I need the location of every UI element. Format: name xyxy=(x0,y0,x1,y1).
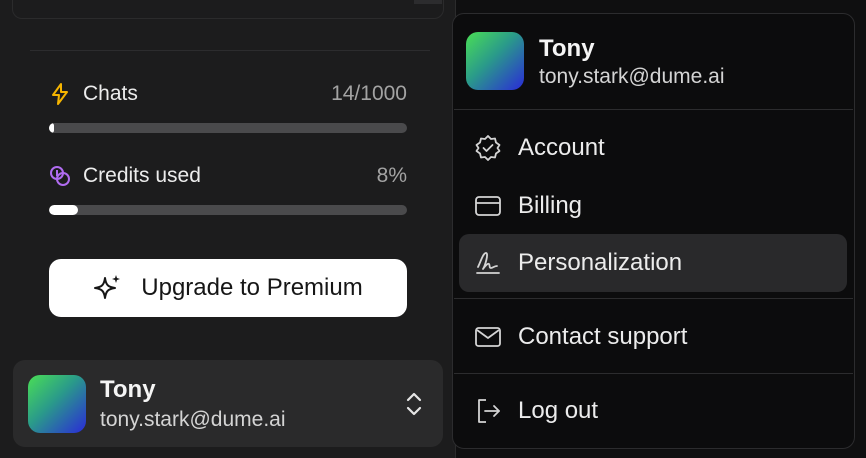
menu-user-name: Tony xyxy=(539,35,595,62)
chats-progress-bar xyxy=(49,123,407,133)
badge-check-icon xyxy=(473,133,503,163)
chats-usage-row: Chats 14/1000 xyxy=(49,82,407,106)
log-out-icon xyxy=(473,396,503,426)
menu-user-email: tony.stark@dume.ai xyxy=(539,65,725,88)
credits-progress-fill xyxy=(49,205,78,215)
user-name: Tony xyxy=(100,376,156,403)
credits-label: Credits used xyxy=(83,164,201,187)
previous-section-edge xyxy=(12,0,444,19)
menu-item-label: Log out xyxy=(518,397,599,424)
chats-label: Chats xyxy=(83,82,138,105)
signature-icon xyxy=(473,248,503,278)
credits-progress-bar xyxy=(49,205,407,215)
chats-progress-fill xyxy=(49,123,54,133)
sidebar-panel: Chats 14/1000 Credits used 8% Upgrade to… xyxy=(0,0,456,458)
menu-item-label: Billing xyxy=(518,192,583,219)
menu-divider xyxy=(454,298,853,299)
account-menu: Tony tony.stark@dume.ai Account Billing … xyxy=(452,13,855,449)
credits-usage-row: Credits used 8% xyxy=(49,164,407,188)
lightning-icon xyxy=(49,83,71,105)
menu-item-personalization[interactable]: Personalization xyxy=(459,234,847,292)
mail-icon xyxy=(473,322,503,352)
chevron-up-down-icon xyxy=(402,390,426,418)
divider xyxy=(30,50,430,51)
menu-item-label: Contact support xyxy=(518,323,688,350)
menu-item-account[interactable]: Account xyxy=(459,119,847,177)
menu-item-log-out[interactable]: Log out xyxy=(459,382,847,440)
menu-divider xyxy=(454,373,853,374)
scrollbar[interactable] xyxy=(414,0,442,4)
upgrade-button[interactable]: Upgrade to Premium xyxy=(49,259,407,317)
upgrade-label: Upgrade to Premium xyxy=(141,274,363,301)
credits-percent: 8% xyxy=(376,164,407,187)
menu-item-label: Account xyxy=(518,134,605,161)
chats-count: 14/1000 xyxy=(331,82,407,105)
menu-divider xyxy=(454,109,853,110)
user-email: tony.stark@dume.ai xyxy=(100,408,286,431)
account-switcher[interactable]: Tony tony.stark@dume.ai xyxy=(13,360,443,447)
menu-item-billing[interactable]: Billing xyxy=(459,177,847,235)
coins-icon xyxy=(49,165,71,187)
menu-item-contact-support[interactable]: Contact support xyxy=(459,308,847,366)
menu-item-label: Personalization xyxy=(518,249,683,276)
credit-card-icon xyxy=(473,191,503,221)
avatar xyxy=(28,375,86,433)
sparkle-icon xyxy=(93,273,123,303)
menu-avatar xyxy=(466,32,524,90)
